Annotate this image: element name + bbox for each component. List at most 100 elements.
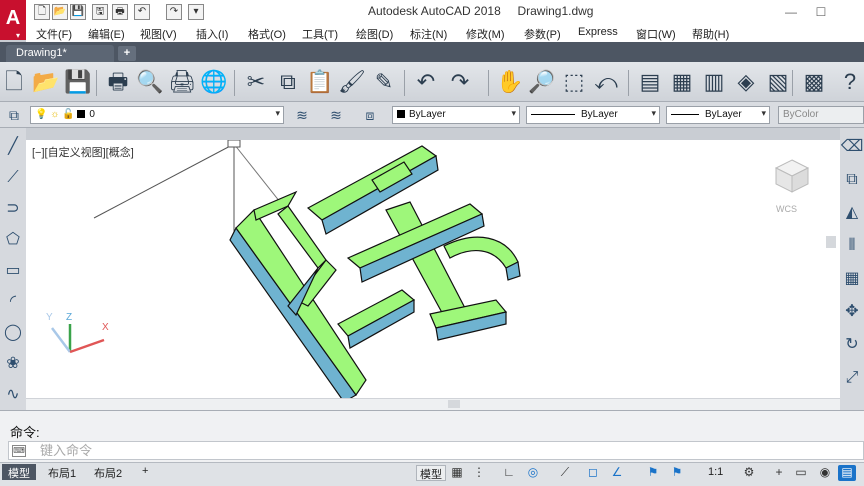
cut-icon[interactable]: ✂: [242, 69, 270, 97]
lineweight-dropdown[interactable]: ByLayer ▾: [666, 106, 770, 124]
annotation-monitor-icon[interactable]: +: [770, 465, 788, 481]
menu-item-8[interactable]: 修改(M): [466, 26, 505, 42]
zoom-window-icon[interactable]: ⬚: [560, 69, 588, 97]
horizontal-scrollbar[interactable]: [26, 398, 840, 410]
scale-icon[interactable]: ⤢: [840, 367, 864, 391]
rectangle-icon[interactable]: ▭: [1, 260, 25, 284]
workspace-icon[interactable]: ⚙: [740, 465, 758, 481]
maximize-button[interactable]: ☐: [806, 2, 836, 22]
menu-item-5[interactable]: 工具(T): [302, 26, 338, 42]
new-icon[interactable]: 🗋: [0, 69, 28, 97]
color-dropdown[interactable]: ByLayer ▾: [392, 106, 520, 124]
plot-icon[interactable]: 🖶: [104, 69, 132, 97]
horizontal-scrollbar-thumb[interactable]: [448, 400, 460, 408]
print-icon[interactable]: 🖶: [112, 4, 128, 20]
viewport-controls-label[interactable]: [−][自定义视图][概念]: [32, 144, 134, 160]
wcs-label[interactable]: WCS: [776, 204, 797, 214]
open-icon[interactable]: 📂: [32, 69, 60, 97]
menu-item-0[interactable]: 文件(F): [36, 26, 72, 42]
menu-item-7[interactable]: 标注(N): [410, 26, 447, 42]
grid-icon[interactable]: ▦: [448, 465, 466, 481]
units-icon[interactable]: ▭: [792, 465, 810, 481]
publish-icon[interactable]: 🖨: [168, 69, 196, 97]
paste-icon[interactable]: 📋: [306, 69, 334, 97]
saveas-icon[interactable]: 🖫: [92, 4, 108, 20]
snap-icon[interactable]: ⋮: [470, 465, 488, 481]
zoom-realtime-icon[interactable]: 🔎: [528, 69, 556, 97]
vertical-scrollbar-thumb[interactable]: [826, 236, 836, 248]
properties-icon[interactable]: ▤: [636, 69, 664, 97]
mirror-icon[interactable]: ◭: [840, 202, 864, 226]
polyline-icon[interactable]: ⊃: [1, 198, 25, 222]
tab-layout1[interactable]: 布局1: [42, 464, 82, 480]
design-center-icon[interactable]: ▦: [668, 69, 696, 97]
menu-item-3[interactable]: 插入(I): [196, 26, 228, 42]
construction-line-icon[interactable]: ⟋: [1, 167, 25, 191]
annotation-visibility-icon[interactable]: ⚑: [644, 465, 662, 481]
tab-layout2[interactable]: 布局2: [88, 464, 128, 480]
move-icon[interactable]: ✥: [840, 301, 864, 325]
copy-icon[interactable]: ⧉: [274, 69, 302, 97]
menu-item-9[interactable]: 参数(P): [524, 26, 561, 42]
menu-item-11[interactable]: 窗口(W): [636, 26, 676, 42]
redo-icon[interactable]: ↷: [446, 69, 474, 97]
circle-icon[interactable]: ◯: [1, 322, 25, 346]
tab-model[interactable]: 模型: [2, 464, 36, 480]
viewcube-icon[interactable]: [772, 156, 812, 196]
menu-item-4[interactable]: 格式(O): [248, 26, 286, 42]
quickcalc-icon[interactable]: ▩: [800, 69, 828, 97]
command-customize-icon[interactable]: ⌨: [12, 445, 26, 457]
object-track-icon[interactable]: ∠: [608, 465, 626, 481]
layer-dropdown[interactable]: 💡 ☼ 🔓 0 ▾: [30, 106, 284, 124]
pan-icon[interactable]: ✋: [496, 69, 524, 97]
polar-icon[interactable]: ◎: [524, 465, 542, 481]
menu-item-6[interactable]: 绘图(D): [356, 26, 393, 42]
tab-drawing1[interactable]: Drawing1*: [6, 45, 114, 62]
undo-icon[interactable]: ↶: [412, 69, 440, 97]
more-icon[interactable]: ▾: [188, 4, 204, 20]
minimize-button[interactable]: —: [776, 2, 806, 22]
hardware-accel-icon[interactable]: ▤: [838, 465, 856, 481]
help-icon[interactable]: ?: [836, 69, 864, 97]
redo-icon[interactable]: ↷: [166, 4, 182, 20]
command-input[interactable]: [40, 442, 740, 459]
isodraft-icon[interactable]: ⟋: [556, 465, 574, 481]
match-properties-icon[interactable]: 🖌: [338, 69, 366, 97]
plot-preview-icon[interactable]: 🔍: [136, 69, 164, 97]
undo-icon[interactable]: ↶: [134, 4, 150, 20]
new-icon[interactable]: 🗋: [34, 4, 50, 20]
drawing-viewport[interactable]: Y Z X: [26, 140, 840, 410]
menu-item-10[interactable]: Express: [578, 26, 618, 38]
array-icon[interactable]: ▦: [840, 268, 864, 292]
save-icon[interactable]: 💾: [64, 69, 92, 97]
app-menu-button[interactable]: A ▾: [0, 0, 26, 40]
rotate-icon[interactable]: ↻: [840, 334, 864, 358]
layer-previous-icon[interactable]: ≋: [324, 104, 348, 128]
revcloud-icon[interactable]: ❀: [1, 353, 25, 377]
menu-item-1[interactable]: 编辑(E): [88, 26, 125, 42]
arc-icon[interactable]: ◜: [1, 291, 25, 315]
copy-object-icon[interactable]: ⧉: [840, 169, 864, 193]
layer-state-icon[interactable]: ⧈: [358, 104, 382, 128]
plotstyle-dropdown[interactable]: ByColor: [778, 106, 864, 124]
menu-item-2[interactable]: 视图(V): [140, 26, 177, 42]
offset-icon[interactable]: ⫴: [840, 235, 864, 259]
erase-icon[interactable]: ⌫: [840, 136, 864, 160]
markup-icon[interactable]: ▧: [764, 69, 792, 97]
menu-item-12[interactable]: 帮助(H): [692, 26, 729, 42]
layer-properties-icon[interactable]: ⧉: [2, 104, 26, 128]
save-icon[interactable]: 💾: [70, 4, 86, 20]
line-icon[interactable]: ╱: [1, 136, 25, 160]
block-editor-icon[interactable]: ✎: [370, 69, 398, 97]
spline-icon[interactable]: ∿: [1, 384, 25, 408]
open-icon[interactable]: 📂: [52, 4, 68, 20]
linetype-dropdown[interactable]: ByLayer ▾: [526, 106, 660, 124]
annotation-autoscale-icon[interactable]: ⚑: [668, 465, 686, 481]
new-tab-button[interactable]: +: [118, 46, 136, 61]
model-space-button[interactable]: 模型: [416, 465, 446, 481]
add-layout-button[interactable]: +: [136, 464, 154, 480]
isolate-icon[interactable]: ◉: [816, 465, 834, 481]
annotation-scale[interactable]: 1:1: [708, 466, 723, 478]
3d-dwf-icon[interactable]: 🌐: [200, 69, 228, 97]
make-current-layer-icon[interactable]: ≋: [290, 104, 314, 128]
